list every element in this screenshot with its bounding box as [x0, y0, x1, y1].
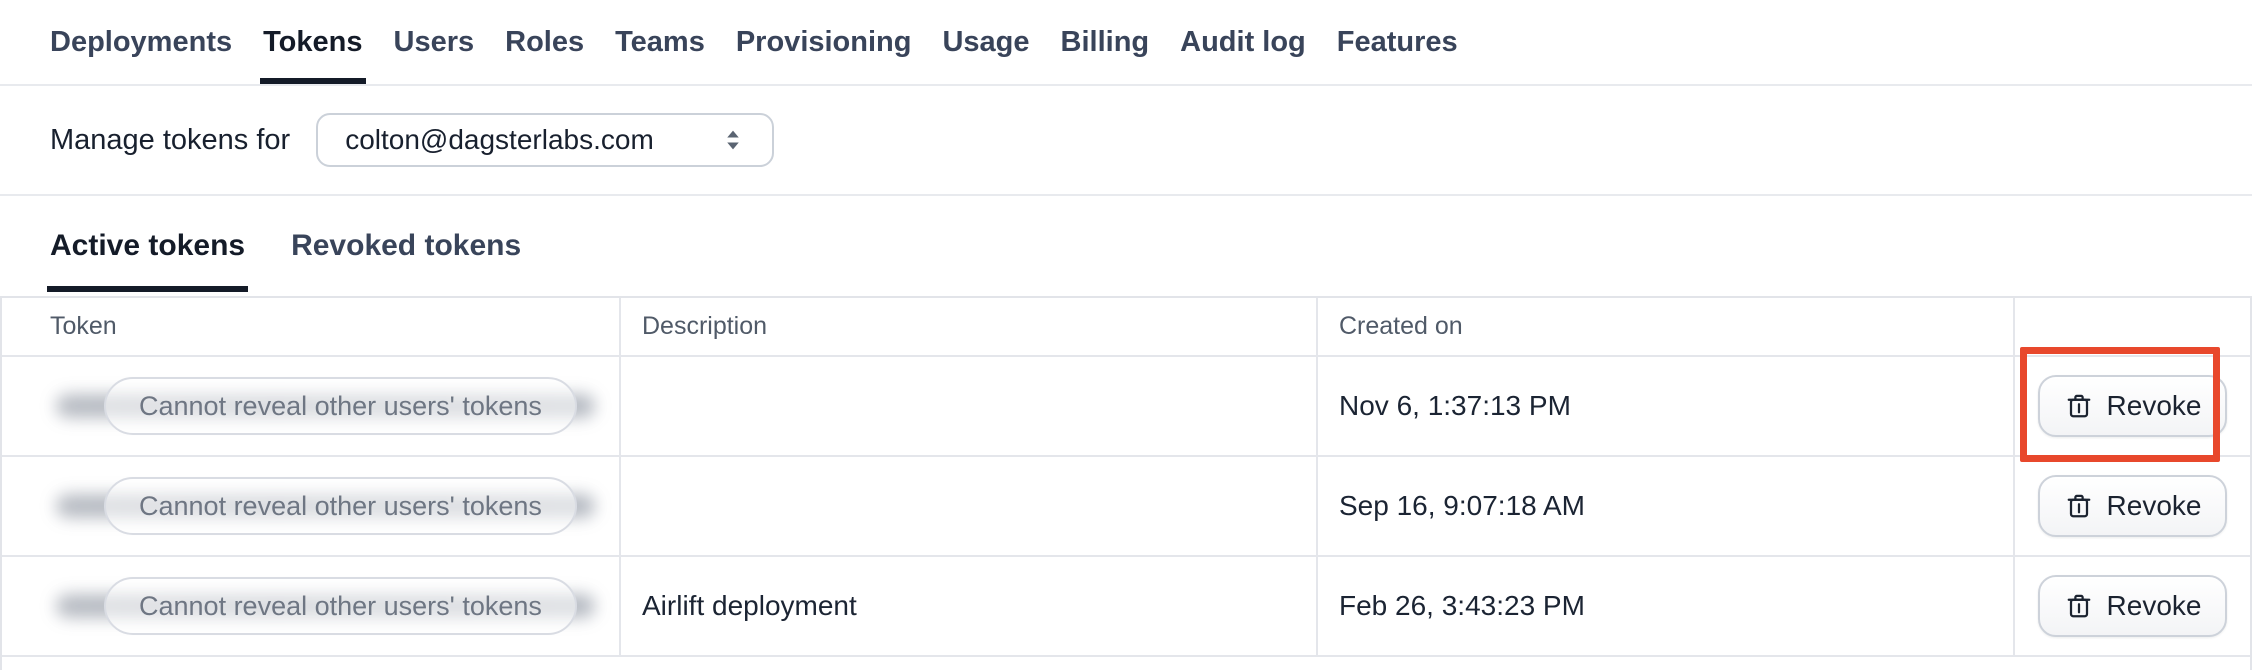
nav-tab-usage[interactable]: Usage [942, 0, 1029, 84]
nav-tab-tokens[interactable]: Tokens [260, 0, 366, 84]
nav-tab-deployments[interactable]: Deployments [50, 0, 232, 84]
description-cell [619, 357, 1316, 455]
trash-icon [2067, 594, 2090, 618]
trash-icon [2067, 494, 2090, 518]
tab-revoked-tokens[interactable]: Revoked tokens [291, 196, 521, 296]
nav-tab-billing[interactable]: Billing [1061, 0, 1150, 84]
column-header-token: Token [50, 312, 117, 340]
token-row: Cannot reveal other users' tokens Airlif… [2, 555, 2250, 655]
token-cell: Cannot reveal other users' tokens [2, 557, 619, 655]
user-select[interactable]: colton@dagsterlabs.com [316, 113, 775, 167]
trash-icon [2067, 394, 2090, 418]
nav-tab-provisioning[interactable]: Provisioning [736, 0, 912, 84]
action-cell: Revoke [2013, 347, 2250, 462]
revoke-button-label: Revoke [2106, 490, 2202, 521]
cannot-reveal-pill: Cannot reveal other users' tokens [104, 477, 577, 535]
user-select-value: colton@dagsterlabs.com [345, 124, 654, 155]
token-row: Cannot reveal other users' tokens Sep 16… [2, 455, 2250, 555]
nav-tab-users[interactable]: Users [394, 0, 475, 84]
token-cell: Cannot reveal other users' tokens [2, 357, 619, 455]
cannot-reveal-pill: Cannot reveal other users' tokens [104, 377, 577, 435]
token-state-tabs: Active tokens Revoked tokens [0, 196, 2252, 296]
masked-token: Cannot reveal other users' tokens [50, 357, 595, 455]
tokens-table-header: Token Description Created on [2, 298, 2250, 355]
action-cell: Revoke [2013, 457, 2250, 555]
masked-token: Cannot reveal other users' tokens [50, 457, 595, 555]
manage-tokens-section: Manage tokens for colton@dagsterlabs.com [0, 86, 2252, 196]
created-on-cell: Feb 26, 3:43:23 PM [1316, 557, 2013, 655]
nav-tab-roles[interactable]: Roles [505, 0, 584, 84]
column-header-actions [2013, 298, 2250, 355]
token-cell: Cannot reveal other users' tokens [2, 457, 619, 555]
manage-tokens-label: Manage tokens for [50, 123, 291, 156]
action-cell: Revoke [2013, 557, 2250, 655]
token-row: Cannot reveal other users' tokens Nov 6,… [2, 347, 2250, 462]
tokens-table: Token Description Created on Cannot reve… [0, 296, 2252, 670]
revoke-button-label: Revoke [2106, 390, 2202, 421]
description-cell: Airlift deployment [619, 557, 1316, 655]
nav-tab-audit-log[interactable]: Audit log [1180, 0, 1306, 84]
revoke-button[interactable]: Revoke [2037, 575, 2228, 637]
tab-active-tokens[interactable]: Active tokens [46, 196, 249, 296]
created-on-cell: Nov 6, 1:37:13 PM [1316, 357, 2013, 455]
revoke-button[interactable]: Revoke [2037, 475, 2228, 537]
revoke-button[interactable]: Revoke [2037, 375, 2228, 437]
column-header-description: Description [619, 298, 1316, 355]
created-on-cell: Sep 16, 9:07:18 AM [1316, 457, 2013, 555]
column-header-created-on: Created on [1316, 298, 2013, 355]
revoke-button-label: Revoke [2106, 590, 2202, 621]
description-cell [619, 457, 1316, 555]
nav-tab-features[interactable]: Features [1337, 0, 1458, 84]
nav-tab-teams[interactable]: Teams [615, 0, 705, 84]
next-row-partial [2, 655, 2250, 670]
double-caret-vertical-icon [727, 130, 739, 150]
settings-nav: Deployments Tokens Users Roles Teams Pro… [0, 0, 2252, 86]
cannot-reveal-pill: Cannot reveal other users' tokens [104, 577, 577, 635]
masked-token: Cannot reveal other users' tokens [50, 557, 595, 655]
